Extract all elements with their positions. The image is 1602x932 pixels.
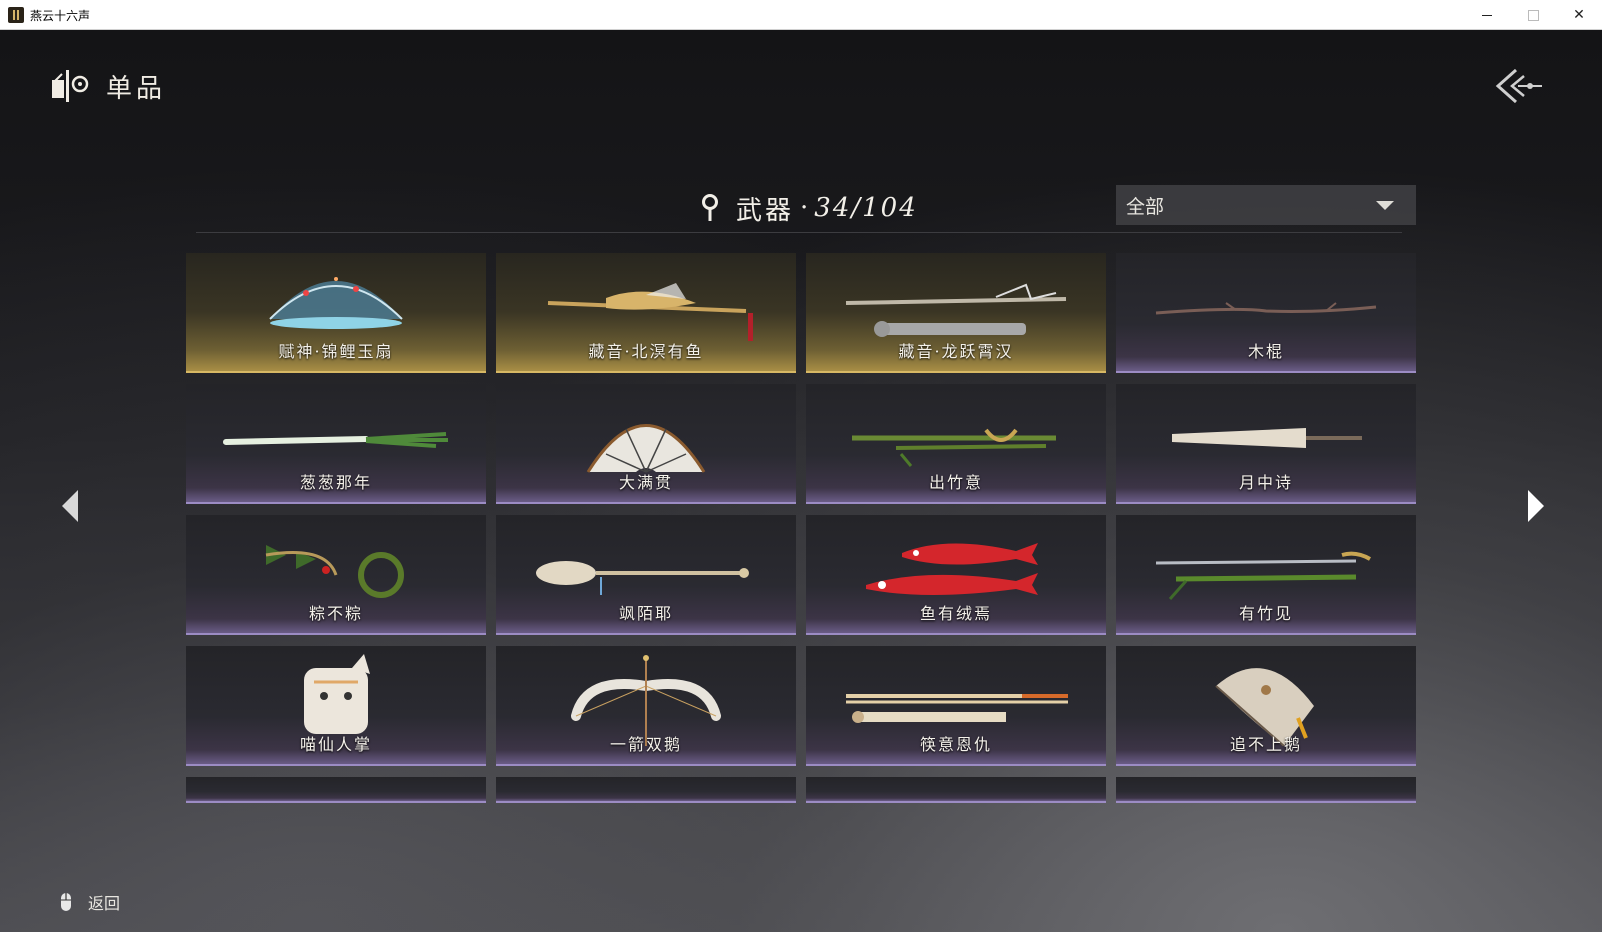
next-page-arrow-icon[interactable] bbox=[1524, 488, 1546, 524]
close-icon: ✕ bbox=[1573, 7, 1585, 23]
item-card[interactable]: 大满贯 bbox=[496, 384, 796, 504]
item-card[interactable]: 木棍 bbox=[1116, 253, 1416, 373]
item-name: 追不上鹅 bbox=[1229, 735, 1302, 754]
maximize-button[interactable] bbox=[1510, 0, 1556, 30]
item-card[interactable] bbox=[1116, 777, 1416, 803]
item-name: 赋神·锦鲤玉扇 bbox=[278, 342, 394, 361]
category-separator: · bbox=[800, 193, 809, 223]
filter-dropdown[interactable]: 全部 bbox=[1116, 185, 1416, 225]
item-card[interactable]: 赋神·锦鲤玉扇 bbox=[186, 253, 486, 373]
back-label: 返回 bbox=[88, 894, 121, 913]
close-button[interactable]: ✕ bbox=[1556, 0, 1602, 30]
chevron-down-icon bbox=[1376, 201, 1394, 210]
category-header: 武器 · 34/104 bbox=[700, 188, 918, 228]
window-titlebar[interactable]: 燕云十六声 ✕ bbox=[0, 0, 1602, 30]
item-card[interactable]: 喵仙人掌 bbox=[186, 646, 486, 766]
collection-icon bbox=[52, 70, 89, 102]
item-card[interactable] bbox=[806, 777, 1106, 803]
item-card[interactable]: 追不上鹅 bbox=[1116, 646, 1416, 766]
maximize-icon bbox=[1527, 9, 1539, 21]
minimize-button[interactable] bbox=[1464, 0, 1510, 30]
pin-icon bbox=[702, 194, 718, 221]
item-grid: 赋神·锦鲤玉扇 藏音·北溟有鱼 藏音·龙跃霄汉 木棍 葱葱那年 大满贯 出竹意 … bbox=[186, 253, 1417, 842]
item-name: 有竹见 bbox=[1238, 604, 1293, 623]
filter-selected-value: 全部 bbox=[1126, 195, 1165, 218]
item-name: 木棍 bbox=[1247, 342, 1284, 361]
window-title: 燕云十六声 bbox=[30, 9, 91, 23]
previous-page-arrow-icon[interactable] bbox=[60, 488, 82, 524]
item-card[interactable] bbox=[186, 777, 486, 803]
item-card[interactable]: 有竹见 bbox=[1116, 515, 1416, 635]
item-card[interactable]: 出竹意 bbox=[806, 384, 1106, 504]
item-card[interactable]: 藏音·北溟有鱼 bbox=[496, 253, 796, 373]
item-name: 粽不粽 bbox=[308, 604, 363, 623]
item-card[interactable]: 鱼有绒焉 bbox=[806, 515, 1106, 635]
item-name: 葱葱那年 bbox=[299, 473, 372, 492]
item-card[interactable]: 飒陌耶 bbox=[496, 515, 796, 635]
item-name: 大满贯 bbox=[618, 473, 673, 492]
category-label: 武器 bbox=[736, 195, 795, 226]
item-card[interactable]: 月中诗 bbox=[1116, 384, 1416, 504]
double-chevron-left-icon[interactable] bbox=[1494, 66, 1546, 106]
minimize-icon bbox=[1482, 14, 1492, 16]
category-count: 34/104 bbox=[814, 193, 918, 223]
mouse-icon bbox=[61, 893, 71, 911]
page-title: 单品 bbox=[106, 74, 167, 104]
item-card[interactable]: 筷意恩仇 bbox=[806, 646, 1106, 766]
item-name: 出竹意 bbox=[928, 473, 983, 492]
item-name: 喵仙人掌 bbox=[299, 735, 372, 754]
item-name: 月中诗 bbox=[1238, 473, 1293, 492]
item-name: 筷意恩仇 bbox=[919, 735, 992, 754]
item-card[interactable]: 葱葱那年 bbox=[186, 384, 486, 504]
back-button[interactable]: 返回 bbox=[60, 890, 120, 914]
item-name: 鱼有绒焉 bbox=[919, 604, 992, 623]
item-card[interactable]: 藏音·龙跃霄汉 bbox=[806, 253, 1106, 373]
item-card[interactable]: 一箭双鹅 bbox=[496, 646, 796, 766]
item-name: 藏音·北溟有鱼 bbox=[588, 342, 704, 361]
divider bbox=[196, 232, 1402, 233]
game-screen: 单品 武器 · 34/104 全部 赋神·锦鲤玉扇 藏音·北溟有鱼 藏音·龙跃霄… bbox=[0, 30, 1602, 932]
item-name: 藏音·龙跃霄汉 bbox=[898, 342, 1014, 361]
item-card[interactable] bbox=[496, 777, 796, 803]
item-name: 一箭双鹅 bbox=[609, 735, 682, 754]
app-icon bbox=[8, 7, 24, 23]
item-name: 飒陌耶 bbox=[618, 604, 673, 623]
item-card[interactable]: 粽不粽 bbox=[186, 515, 486, 635]
